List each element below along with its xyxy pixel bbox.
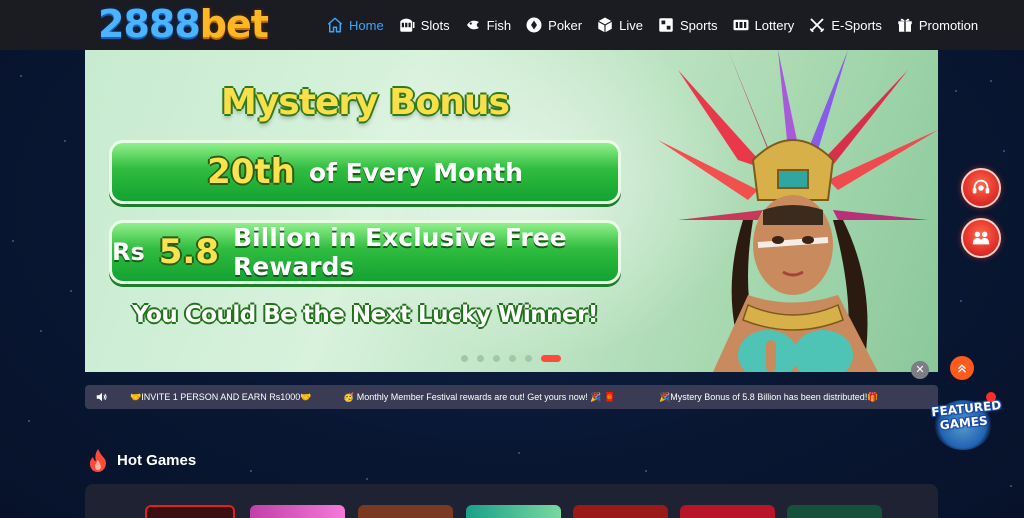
carousel-dot[interactable] — [509, 355, 516, 362]
customer-support-button[interactable] — [961, 168, 1001, 208]
home-icon — [326, 16, 344, 34]
carousel-dot[interactable] — [477, 355, 484, 362]
game-card[interactable] — [573, 505, 668, 518]
live-icon — [596, 16, 614, 34]
game-card[interactable] — [680, 505, 775, 518]
banner-subtitle: You Could Be the Next Lucky Winner! — [132, 302, 598, 328]
banner-amount: 5.8 — [158, 232, 219, 272]
carousel-dot[interactable] — [461, 355, 468, 362]
esports-icon — [808, 16, 826, 34]
carousel-dot-active[interactable] — [541, 355, 561, 362]
nav-item-promotion[interactable]: Promotion — [896, 14, 978, 36]
game-card[interactable] — [466, 505, 561, 518]
announcement-marquee: 🤝INVITE 1 PERSON AND EARN Rs1000🤝 🥳 Mont… — [85, 385, 938, 409]
referral-button[interactable] — [961, 218, 1001, 258]
top-header: 2888bet Home Slots Fish Poker Live Sport… — [0, 0, 1024, 50]
sports-icon — [657, 16, 675, 34]
banner-amount-rest: Billion in Exclusive Free Rewards — [233, 223, 567, 281]
nav-label-promotion: Promotion — [918, 17, 979, 33]
nav-item-esports[interactable]: E-Sports — [808, 14, 882, 36]
game-card[interactable] — [358, 505, 453, 518]
nav-item-live[interactable]: Live — [596, 14, 643, 36]
banner-date-pill: 20th of Every Month — [109, 140, 621, 204]
nav-label-slots: Slots — [420, 17, 450, 33]
nav-label-lottery: Lottery — [754, 17, 795, 33]
game-card[interactable] — [787, 505, 882, 518]
nav-item-sports[interactable]: Sports — [657, 14, 718, 36]
logo-text: bet — [199, 2, 269, 46]
game-card[interactable] — [145, 505, 235, 518]
chevron-up-icon — [958, 364, 966, 373]
fire-icon — [89, 449, 106, 472]
fish-icon — [464, 16, 482, 34]
carousel-dot[interactable] — [493, 355, 500, 362]
gift-icon — [896, 16, 914, 34]
nav-item-fish[interactable]: Fish — [464, 14, 512, 36]
nav-label-poker: Poker — [548, 17, 583, 33]
close-icon[interactable]: ✕ — [911, 361, 929, 379]
banner-currency: Rs — [112, 238, 145, 266]
marquee-message: 🥳 Monthly Member Festival rewards are ou… — [343, 391, 616, 402]
marquee-message: 🎉Mystery Bonus of 5.8 Billion has been d… — [659, 391, 879, 402]
poker-icon — [525, 16, 543, 34]
scroll-top-button[interactable] — [950, 356, 974, 380]
lottery-icon — [732, 16, 750, 34]
headset-icon — [972, 179, 990, 194]
nav-item-poker[interactable]: Poker — [525, 14, 582, 36]
hot-games-heading: Hot Games — [88, 448, 196, 472]
people-icon — [972, 231, 990, 245]
promo-banner-carousel[interactable]: Mystery Bonus 20th of Every Month Rs 5.8… — [85, 50, 938, 372]
banner-reward-pill: Rs 5.8 Billion in Exclusive Free Rewards — [109, 220, 621, 284]
nav-label-sports: Sports — [679, 17, 718, 33]
nav-label-esports: E-Sports — [831, 17, 882, 33]
banner-date-big: 20th — [207, 152, 295, 192]
banner-date-rest: of Every Month — [308, 157, 523, 187]
nav-item-home[interactable]: Home — [326, 14, 384, 36]
nav-item-lottery[interactable]: Lottery — [732, 14, 795, 36]
carousel-dot[interactable] — [525, 355, 532, 362]
featured-games-button[interactable]: FEATURED GAMES — [928, 392, 1002, 454]
banner-title: Mystery Bonus — [221, 82, 510, 123]
game-card[interactable] — [250, 505, 345, 518]
slots-icon — [398, 16, 416, 34]
nav-label-home: Home — [349, 17, 384, 33]
nav-item-slots[interactable]: Slots — [398, 14, 450, 36]
banner-character-illustration — [658, 50, 938, 372]
nav-label-live: Live — [619, 17, 643, 33]
marquee-message: 🤝INVITE 1 PERSON AND EARN Rs1000🤝 — [130, 391, 312, 402]
nav-label-fish: Fish — [486, 17, 512, 33]
main-nav: Home Slots Fish Poker Live Sports Lotter… — [326, 14, 992, 36]
logo-number: 2888 — [98, 2, 201, 46]
notification-badge — [986, 392, 996, 402]
site-logo[interactable]: 2888bet — [98, 2, 269, 46]
hot-games-title: Hot Games — [117, 451, 197, 469]
speaker-icon[interactable] — [95, 390, 109, 404]
carousel-dots — [461, 355, 561, 362]
